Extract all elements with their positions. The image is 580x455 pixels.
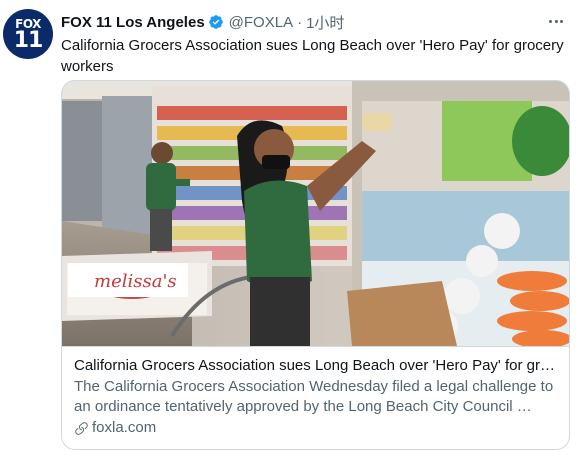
separator-dot: ·: [297, 13, 303, 31]
tweet-text: California Grocers Association sues Long…: [61, 37, 564, 75]
card-domain[interactable]: foxla.com: [92, 418, 156, 438]
author-name[interactable]: FOX 11 Los Angeles: [61, 14, 205, 31]
card-title: California Grocers Association sues Long…: [74, 357, 557, 374]
avatar-text-bottom: 11: [13, 28, 44, 53]
tweet[interactable]: FOX 11 FOX 11 Los Angeles @FOXLA · 1小时 C…: [0, 0, 580, 455]
box-label: melissa's: [94, 271, 177, 292]
avatar[interactable]: FOX 11: [3, 9, 53, 59]
link-card[interactable]: melissa's California Grocers Association…: [61, 80, 570, 450]
more-options-icon[interactable]: [544, 10, 568, 32]
link-icon: [75, 421, 88, 435]
card-image: melissa's: [62, 81, 569, 346]
verified-badge-icon: [208, 15, 223, 29]
tweet-header: FOX 11 Los Angeles @FOXLA · 1小时: [61, 12, 344, 32]
card-info: California Grocers Association sues Long…: [62, 346, 569, 449]
author-handle[interactable]: @FOXLA: [229, 14, 293, 31]
timestamp[interactable]: 1小时: [306, 12, 344, 33]
card-domain-row[interactable]: foxla.com: [74, 418, 557, 438]
card-description: The California Grocers Association Wedne…: [74, 378, 554, 415]
